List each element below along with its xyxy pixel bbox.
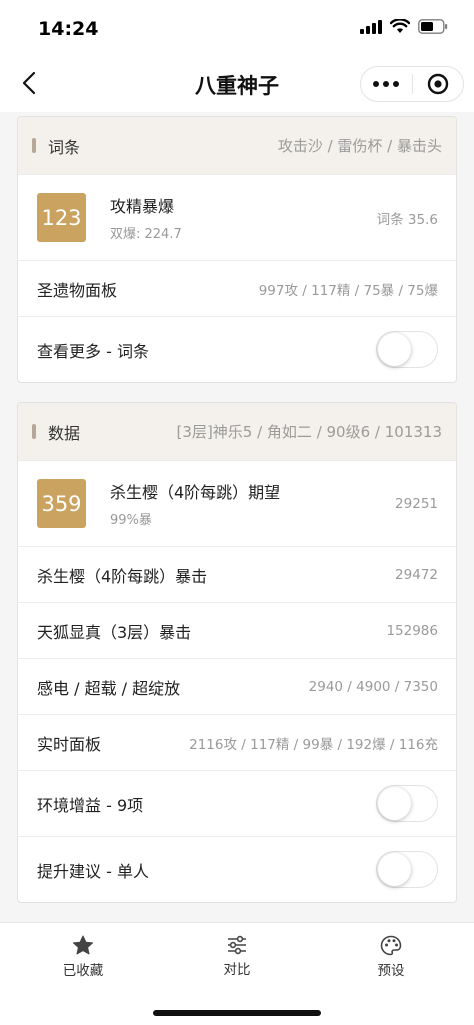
data-row-label: 感电 / 超载 / 超绽放 [37, 678, 181, 698]
mini-program-capsule [360, 66, 464, 102]
entries-card: 词条 攻击沙 / 雷伤杯 / 暴击头 123 攻精暴爆 双爆: 224.7 词条… [17, 116, 457, 383]
star-icon [72, 935, 94, 955]
data-row-label: 杀生樱（4阶每跳）暴击 [37, 566, 208, 586]
more-entries-label: 查看更多 - 词条 [37, 341, 149, 361]
status-bar: 14:24 [0, 0, 474, 56]
data-score-value: 29251 [395, 495, 438, 512]
artifact-panel-label: 圣遗物面板 [37, 280, 118, 300]
palette-icon [380, 935, 402, 956]
entries-card-meta: 攻击沙 / 雷伤杯 / 暴击头 [277, 137, 442, 155]
status-icons [360, 19, 448, 34]
cellular-signal-icon [360, 19, 382, 34]
header-accent-bar [32, 424, 36, 439]
entries-score-value: 词条 35.6 [376, 211, 438, 228]
data-score-name: 杀生樱（4阶每跳）期望 [110, 483, 281, 502]
env-buff-label: 环境增益 - 9项 [37, 795, 144, 815]
close-mini-program-button[interactable] [413, 67, 464, 101]
tab-compare-label: 对比 [223, 962, 251, 978]
data-score-badge: 359 [37, 479, 86, 528]
advice-label: 提升建议 - 单人 [37, 861, 149, 881]
entries-card-header: 词条 攻击沙 / 雷伤杯 / 暴击头 [18, 117, 456, 174]
status-time: 14:24 [38, 18, 99, 40]
data-row: 杀生樱（4阶每跳）暴击 29472 [18, 546, 456, 602]
target-circle-icon [427, 73, 448, 95]
header-accent-bar [32, 138, 36, 153]
toggle-knob [378, 787, 411, 820]
data-card-meta: [3层]神乐5 / 角如二 / 90级6 / 101313 [176, 423, 442, 441]
data-row-value: 152986 [386, 622, 438, 639]
data-row-value: 29472 [395, 566, 438, 583]
entries-score-sub: 双爆: 224.7 [110, 227, 182, 242]
data-row-label: 实时面板 [37, 734, 102, 754]
battery-icon [418, 19, 448, 34]
data-score-row: 359 杀生樱（4阶每跳）期望 99%暴 29251 [18, 460, 456, 546]
tab-presets-label: 预设 [377, 963, 405, 979]
more-button[interactable] [361, 67, 412, 101]
env-buff-toggle[interactable] [376, 785, 438, 822]
data-row-value: 2940 / 4900 / 7350 [308, 678, 438, 695]
tab-presets[interactable]: 预设 [331, 935, 451, 979]
tab-compare[interactable]: 对比 [177, 935, 297, 978]
data-row: 实时面板 2116攻 / 117精 / 99暴 / 192爆 / 116充 [18, 714, 456, 770]
toggle-knob [378, 853, 411, 886]
home-indicator [153, 1010, 321, 1016]
artifact-panel-row: 圣遗物面板 997攻 / 117精 / 75暴 / 75爆 [18, 260, 456, 316]
wifi-icon [390, 19, 410, 33]
data-card: 数据 [3层]神乐5 / 角如二 / 90级6 / 101313 359 杀生樱… [17, 402, 457, 903]
tab-favorites[interactable]: 已收藏 [23, 935, 143, 979]
data-row-value: 2116攻 / 117精 / 99暴 / 192爆 / 116充 [189, 736, 438, 753]
navigation-bar: 八重神子 [0, 56, 474, 112]
data-card-header: 数据 [3层]神乐5 / 角如二 / 90级6 / 101313 [18, 403, 456, 460]
entries-card-title: 词条 [48, 137, 81, 157]
data-score-sub: 99%暴 [110, 513, 152, 528]
data-card-title: 数据 [48, 423, 81, 443]
toggle-knob [378, 333, 411, 366]
data-row: 感电 / 超载 / 超绽放 2940 / 4900 / 7350 [18, 658, 456, 714]
entries-score-name: 攻精暴爆 [110, 197, 175, 216]
more-entries-row: 查看更多 - 词条 [18, 316, 456, 382]
artifact-panel-value: 997攻 / 117精 / 75暴 / 75爆 [258, 282, 438, 299]
entries-score-row: 123 攻精暴爆 双爆: 224.7 词条 35.6 [18, 174, 456, 260]
data-row: 天狐显真（3层）暴击 152986 [18, 602, 456, 658]
data-row-label: 天狐显真（3层）暴击 [37, 622, 192, 642]
advice-row: 提升建议 - 单人 [18, 836, 456, 902]
more-dots-icon [373, 81, 400, 87]
tab-favorites-label: 已收藏 [62, 963, 104, 979]
sliders-icon [228, 935, 246, 955]
entries-score-badge: 123 [37, 193, 86, 242]
more-entries-toggle[interactable] [376, 331, 438, 368]
advice-toggle[interactable] [376, 851, 438, 888]
env-buff-row: 环境增益 - 9项 [18, 770, 456, 836]
